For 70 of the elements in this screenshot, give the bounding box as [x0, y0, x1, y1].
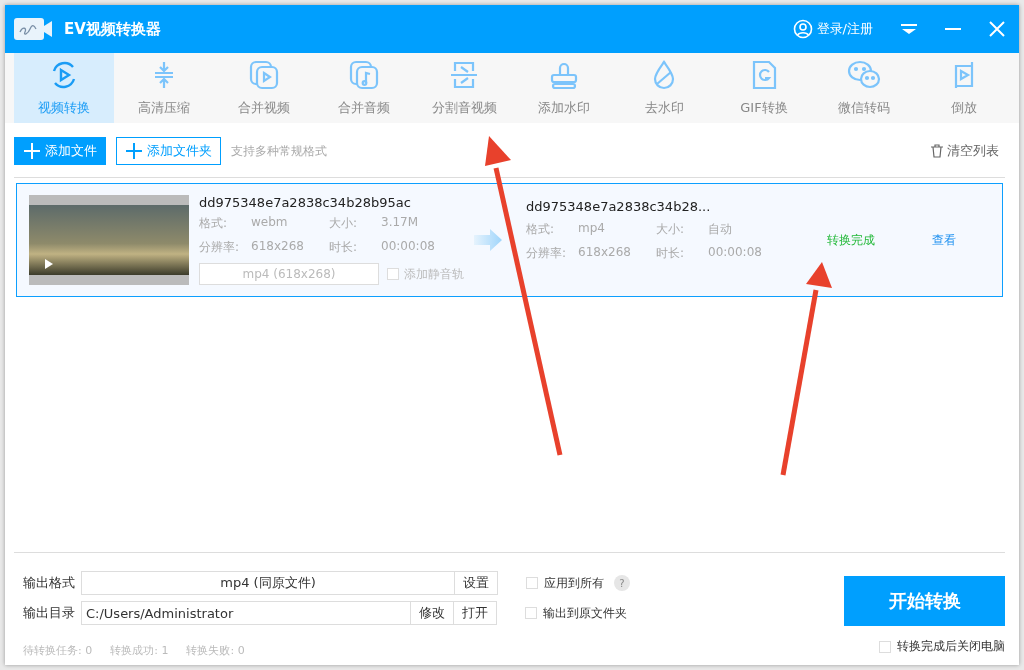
start-button[interactable]: 开始转换 [844, 576, 1005, 626]
field-value: 00:00:08 [381, 239, 436, 255]
field-label: 分辨率: [526, 244, 568, 262]
checkbox-label: 应用到所有 [544, 574, 604, 592]
field-label: 大小: [656, 220, 686, 238]
plus-icon [23, 142, 41, 160]
field-label: 格式: [199, 215, 229, 232]
field-value: 00:00:08 [708, 244, 763, 261]
field-label: 时长: [656, 244, 686, 262]
field-value: mp4 [578, 220, 606, 237]
checkbox[interactable] [526, 577, 538, 589]
field-value: 3.17M [381, 215, 420, 231]
view-link[interactable]: 查看 [926, 230, 962, 250]
tool-tab[interactable]: 微信转码 [814, 53, 914, 123]
file-name: dd975348e7a2838c34b28b95ac [199, 195, 412, 210]
field-value: 618x268 [578, 244, 632, 261]
tool-tab[interactable]: 添加水印 [514, 53, 614, 123]
settings-button[interactable]: 设置 [455, 571, 498, 595]
status-text: 转换完成 [826, 231, 876, 249]
field-value: 618x268 [251, 239, 305, 255]
close-icon[interactable] [989, 21, 1005, 37]
checkbox-label: 转换完成后关闭电脑 [897, 638, 1005, 655]
app-logo-icon [14, 17, 54, 41]
user-icon [792, 19, 813, 39]
status-count: 转换失败: 0 [186, 643, 245, 658]
output-format-field[interactable]: mp4 (同原文件) [81, 571, 455, 595]
field-label: 时长: [329, 239, 359, 256]
status-count: 转换成功: 1 [110, 643, 169, 658]
change-button[interactable]: 修改 [411, 601, 454, 625]
file-card[interactable]: dd975348e7a2838c34b28b95ac 格式: webm 大小: 3.17M 分辨率: 618x268 时长: 00:00:08 mp4 (618x268) 添加静音轨 dd975348e7a2838c34b28... 格式: mp4 大小: 自动 分辨率: 618x268 时长: 00:00:08 转换完成 查看 [16, 183, 1003, 297]
help-icon[interactable]: ? [614, 575, 630, 591]
checkbox[interactable] [879, 640, 891, 653]
field-label: 大小: [329, 215, 359, 232]
tool-tab[interactable]: 倒放 [914, 53, 1014, 123]
field-label: 输出格式 [23, 574, 76, 592]
tool-tab[interactable]: 合并视频 [214, 53, 314, 123]
checkbox[interactable] [525, 607, 537, 619]
status-count: 待转换任务: 0 [23, 643, 93, 658]
arrow-icon [474, 229, 502, 251]
output-file-name: dd975348e7a2838c34b28... [526, 198, 712, 214]
format-hint: 支持多种常规格式 [231, 142, 328, 160]
audio-files-icon [348, 59, 380, 91]
checkbox-label: 添加静音轨 [404, 265, 464, 283]
field-label: 输出目录 [23, 604, 76, 622]
format-select[interactable]: mp4 (618x268) [199, 263, 379, 285]
output-dir-field[interactable]: C:/Users/Administrator [81, 601, 411, 625]
add-file-button[interactable]: 添加文件 [14, 137, 106, 165]
video-files-icon [248, 59, 280, 91]
tool-tab[interactable]: 去水印 [614, 53, 714, 123]
tool-tab[interactable]: GIF转换 [714, 53, 814, 123]
menu-icon[interactable] [901, 23, 917, 35]
chat-icon [846, 59, 882, 91]
open-button[interactable]: 打开 [454, 601, 497, 625]
tool-tab[interactable]: 合并音频 [314, 53, 414, 123]
tool-tab[interactable]: 分割音视频 [414, 53, 514, 123]
field-label: 分辨率: [199, 239, 241, 256]
login-button[interactable]: 登录/注册 [792, 19, 873, 39]
trash-icon [931, 144, 943, 158]
field-label: 格式: [526, 220, 556, 238]
field-value: 自动 [708, 220, 733, 238]
window-title: EV视频转换器 [64, 19, 162, 39]
tool-tab[interactable]: 视频转换 [14, 53, 114, 123]
checkbox-label: 输出到原文件夹 [543, 604, 627, 622]
add-folder-button[interactable]: 添加文件夹 [116, 137, 221, 165]
clear-list-button[interactable]: 清空列表 [925, 141, 1005, 161]
field-value: webm [251, 215, 289, 231]
tool-tab[interactable]: 高清压缩 [114, 53, 214, 123]
split-video-icon [448, 59, 480, 91]
checkbox[interactable] [387, 268, 399, 280]
plus-icon [125, 142, 143, 160]
